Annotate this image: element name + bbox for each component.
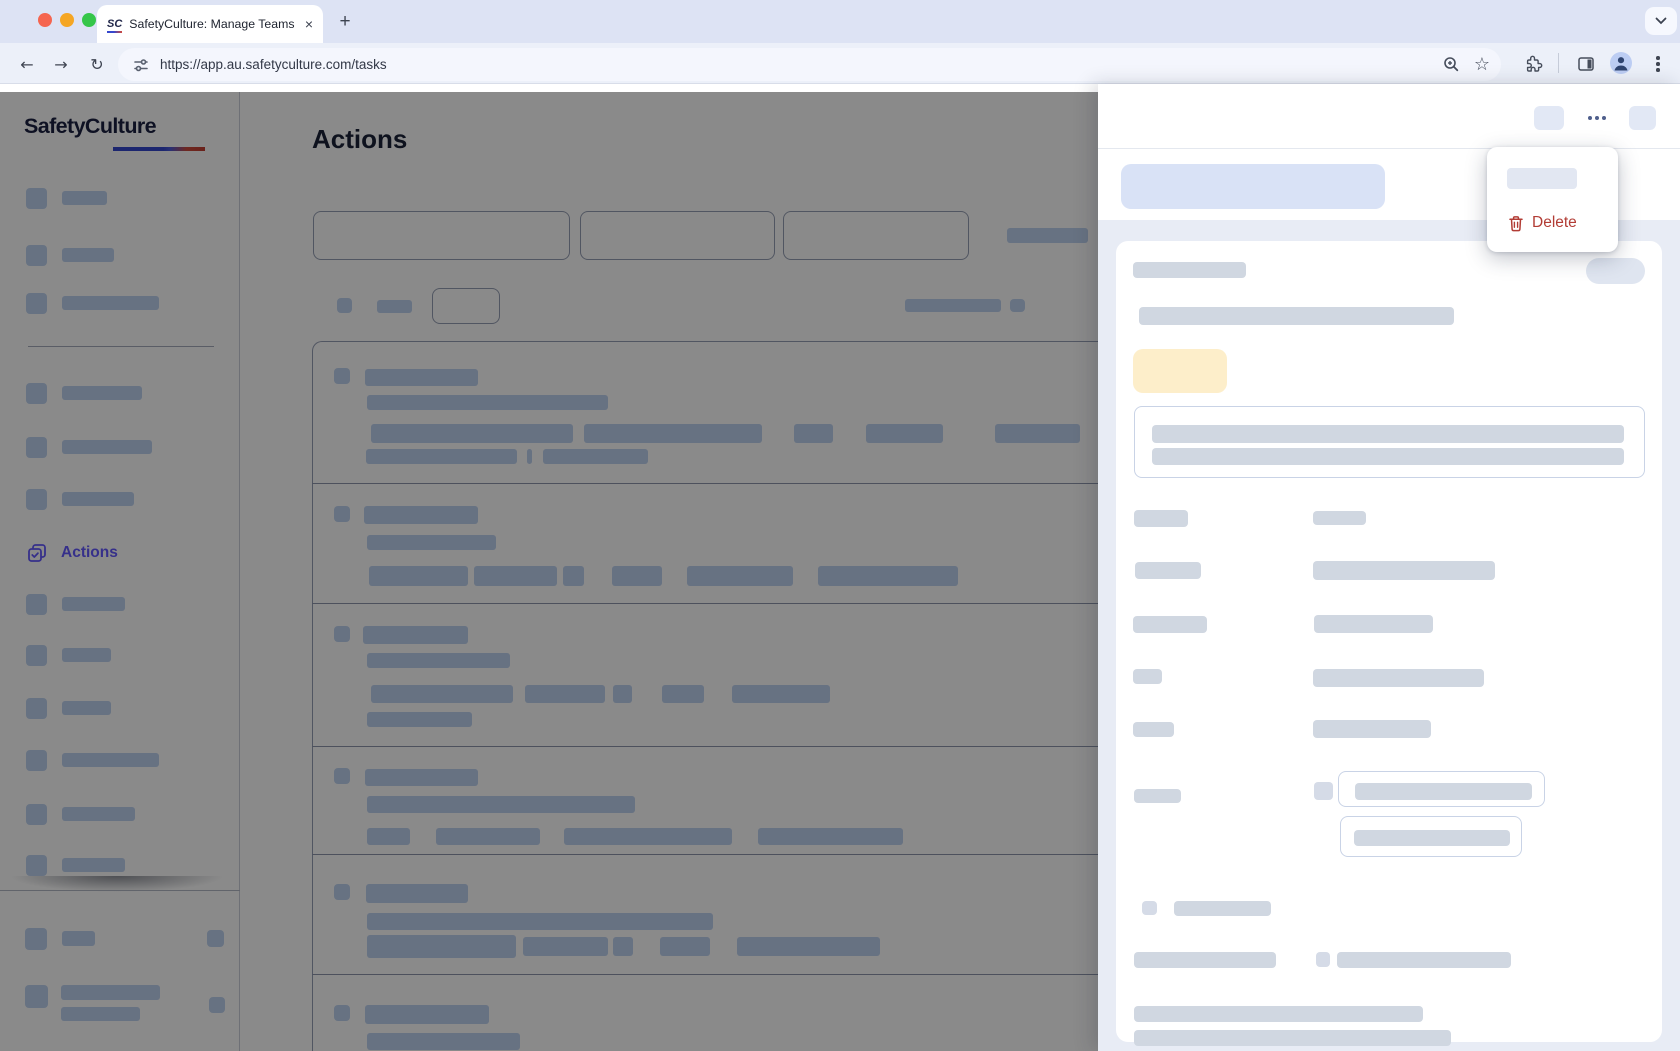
content-top-strip	[0, 84, 1098, 92]
chevron-down-icon	[1655, 17, 1667, 25]
field-value-skeleton	[1337, 952, 1511, 968]
modal-scrim[interactable]	[0, 92, 1098, 1051]
field-value-skeleton	[1313, 561, 1495, 580]
new-tab-button[interactable]: +	[332, 9, 358, 35]
menu-item-delete-label: Delete	[1532, 214, 1577, 231]
description-line-skeleton	[1152, 448, 1624, 465]
toolbar-separator	[1558, 53, 1559, 73]
field-label-skeleton	[1133, 669, 1162, 684]
menu-item-skeleton[interactable]	[1507, 168, 1577, 189]
extensions-icon[interactable]	[1524, 54, 1544, 74]
tab-title: SafetyCulture: Manage Teams and...	[129, 17, 297, 31]
url-text: https://app.au.safetyculture.com/tasks	[160, 57, 387, 72]
browser-tab-strip: SC SafetyCulture: Manage Teams and... × …	[0, 0, 1680, 43]
title-line-skeleton	[1139, 307, 1454, 325]
tab-search-chevron-button[interactable]	[1645, 7, 1677, 35]
field-label-skeleton	[1134, 510, 1188, 527]
footer-line-skeleton	[1134, 1030, 1451, 1046]
field-label-skeleton	[1133, 722, 1174, 737]
description-line-skeleton	[1152, 425, 1624, 443]
section-label-skeleton	[1133, 262, 1246, 278]
side-panel-icon[interactable]	[1576, 54, 1596, 74]
field-label-skeleton	[1135, 562, 1201, 579]
field-value-skeleton	[1314, 615, 1433, 633]
trash-icon	[1509, 215, 1523, 231]
panel-title-skeleton[interactable]	[1121, 164, 1385, 209]
field-label-skeleton	[1134, 789, 1181, 803]
mac-close-button[interactable]	[38, 13, 52, 27]
address-bar[interactable]: https://app.au.safetyculture.com/tasks	[118, 48, 1501, 81]
bookmark-star-icon[interactable]: ☆	[1472, 52, 1492, 76]
field-value-skeleton	[1313, 669, 1484, 687]
back-button[interactable]: ←	[14, 51, 40, 77]
description-box[interactable]	[1134, 406, 1645, 478]
option-checkbox-skeleton[interactable]	[1142, 901, 1157, 915]
browser-tab[interactable]: SC SafetyCulture: Manage Teams and... ×	[97, 5, 323, 43]
field-checkbox-skeleton[interactable]	[1314, 782, 1333, 800]
field-value-skeleton	[1313, 720, 1431, 738]
zoom-icon[interactable]	[1441, 54, 1461, 74]
assignee-input[interactable]	[1338, 771, 1545, 807]
site-info-tune-icon[interactable]	[132, 56, 150, 74]
assignee-input-secondary[interactable]	[1340, 816, 1522, 857]
input-value-skeleton	[1354, 830, 1510, 846]
person-icon	[1614, 57, 1628, 71]
field-checkbox-skeleton[interactable]	[1316, 952, 1330, 967]
safetyculture-favicon: SC	[107, 18, 123, 33]
priority-badge-skeleton[interactable]	[1133, 349, 1227, 393]
mac-zoom-button[interactable]	[82, 13, 96, 27]
field-value-skeleton	[1313, 511, 1366, 525]
close-tab-icon[interactable]: ×	[305, 16, 313, 32]
more-options-icon[interactable]	[1588, 112, 1608, 124]
forward-button[interactable]: →	[48, 51, 74, 77]
profile-avatar[interactable]	[1610, 52, 1632, 74]
status-pill-skeleton[interactable]	[1586, 258, 1645, 284]
panel-close-button-skeleton[interactable]	[1629, 106, 1656, 130]
option-label-skeleton	[1174, 901, 1271, 916]
footer-line-skeleton	[1134, 1006, 1423, 1022]
field-label-skeleton	[1134, 952, 1276, 968]
reload-button[interactable]: ↻	[84, 51, 110, 77]
field-label-skeleton	[1133, 616, 1207, 633]
menu-item-delete[interactable]: Delete	[1494, 203, 1611, 243]
panel-header-button-skeleton[interactable]	[1534, 106, 1564, 130]
input-value-skeleton	[1355, 783, 1532, 800]
mac-minimize-button[interactable]	[60, 13, 74, 27]
browser-menu-kebab-icon[interactable]	[1652, 53, 1664, 75]
